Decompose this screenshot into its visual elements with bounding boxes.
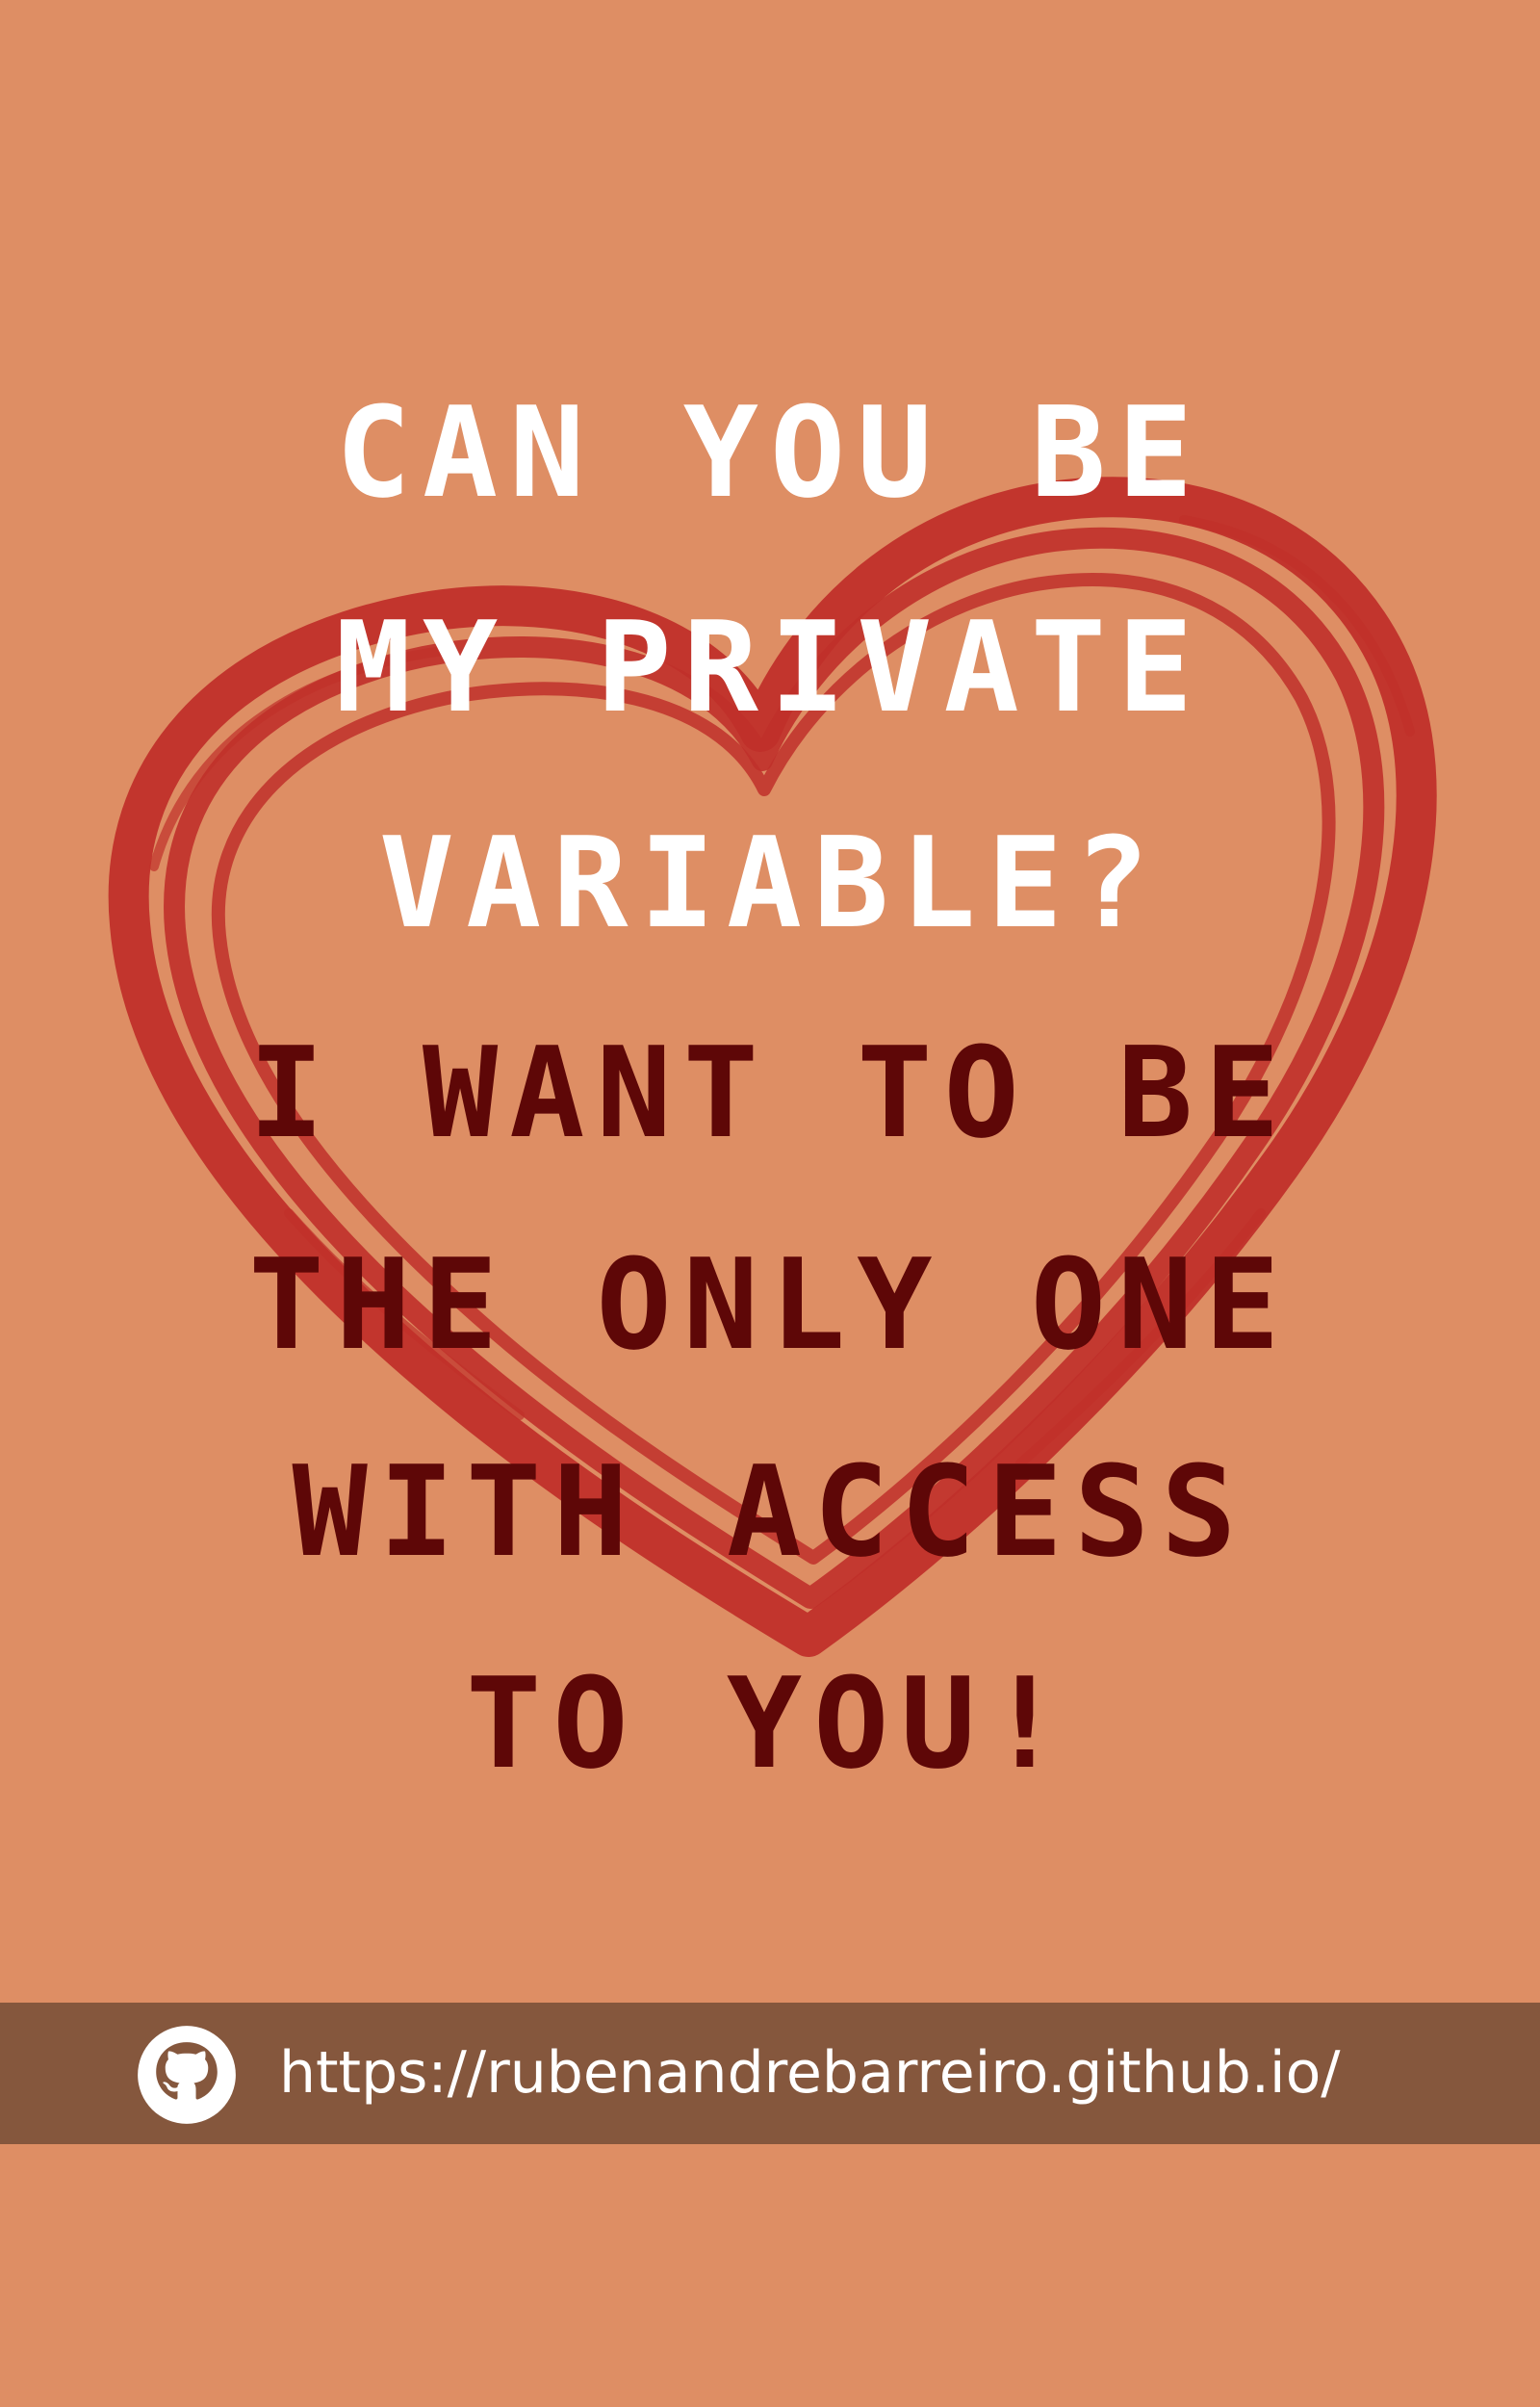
question-line-2: my private bbox=[335, 594, 1205, 740]
answer-line-4: to you! bbox=[466, 1650, 1074, 1797]
question-line-3: variable? bbox=[378, 810, 1162, 956]
answer-line-1: I want to be bbox=[248, 1020, 1292, 1166]
question-line-1: Can you be bbox=[335, 379, 1205, 526]
github-icon[interactable] bbox=[136, 2024, 238, 2126]
answer-line-3: with access bbox=[292, 1438, 1248, 1585]
footer-bar: https://rubenandrebarreiro.github.io/ bbox=[0, 2003, 1540, 2144]
footer-url-link[interactable]: https://rubenandrebarreiro.github.io/ bbox=[279, 2003, 1341, 2144]
answer-line-2: the only one bbox=[248, 1231, 1292, 1378]
